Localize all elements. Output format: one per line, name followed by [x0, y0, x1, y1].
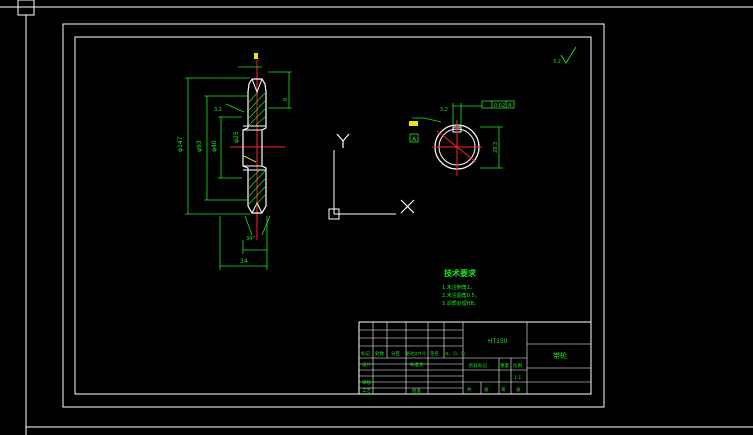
- tb-stage-scale: 比例: [513, 362, 522, 369]
- tb-label-count: 处数: [375, 350, 384, 357]
- tech-req-item-2: 2.未注圆角0.5。: [442, 292, 480, 299]
- tb-stage-mark: 阶段标记: [469, 362, 487, 369]
- tb-sheet-total: 共: [467, 386, 472, 393]
- cad-drawing-canvas[interactable]: φ147 φ93 φ40 φ25 34 34° 3.2 8 0.02 A A 2…: [0, 0, 753, 435]
- tb-row-process: 工艺: [362, 388, 371, 394]
- dim-groove: 8: [283, 98, 289, 101]
- tech-req-item-1: 1.未注倒角1。: [442, 284, 475, 291]
- tb-label-sign: 签名: [430, 350, 439, 357]
- tb-label-date: 年、月、日: [445, 350, 465, 356]
- tb-row-approve: 批准: [412, 387, 421, 394]
- dim-angle: 34°: [246, 236, 255, 242]
- tech-req-item-3: 3.调质处理HB。: [442, 300, 479, 307]
- part-name: 带轮: [553, 351, 567, 360]
- roughness-top-marker: [254, 53, 258, 59]
- tb-sheet-no: 第: [501, 386, 506, 393]
- roughness-left: 3.2: [214, 107, 222, 113]
- tb-label-mark: 标记: [361, 350, 370, 357]
- leader-yellow: [243, 155, 257, 163]
- tb-stage-weight: 重量: [500, 362, 509, 369]
- ucs-icon: [328, 133, 415, 220]
- tb-label-zone: 分区: [391, 350, 400, 357]
- tb-sheet-unit-2: 张: [516, 386, 521, 393]
- sheet-inner-frame: [74, 36, 592, 395]
- dim-inner-dia: φ93: [196, 140, 203, 152]
- tb-label-change: 更改文件号: [406, 350, 426, 356]
- general-roughness: 3.2: [553, 59, 561, 65]
- tb-row-review: 审核: [362, 379, 371, 386]
- tech-req-title: 技术要求: [444, 268, 477, 278]
- dim-outer-dia: φ147: [177, 136, 184, 152]
- dim-bore-dia: φ25: [233, 131, 240, 143]
- dim-keyway-depth: 28.3: [493, 142, 499, 153]
- datum-marker: [409, 121, 418, 126]
- pulley-section-view[interactable]: φ147 φ93 φ40 φ25 34 34° 3.2 8: [177, 53, 292, 270]
- roughness-side: 3.2: [440, 107, 448, 113]
- material-label: HT150: [488, 338, 508, 345]
- pulley-side-view[interactable]: 0.02 A A 28.3 3.2: [409, 100, 515, 176]
- general-roughness-symbol: 3.2: [553, 46, 577, 65]
- tolerance-value: 0.02: [494, 103, 505, 109]
- dim-hub-dia: φ40: [211, 140, 218, 152]
- tolerance-datum: A: [508, 103, 512, 109]
- dimension-lines: [185, 66, 292, 270]
- tb-scale-value: 1:1: [514, 375, 521, 381]
- pulley-outline: [242, 78, 267, 214]
- tb-sheet-unit-1: 张: [484, 386, 489, 393]
- tb-row-design: 设计: [362, 361, 371, 368]
- title-block[interactable]: HT150 带轮 标记 处数 分区 更改文件号 签名 年、月、日 设计 标准化 …: [358, 321, 592, 395]
- sheet-outer-frame: [62, 23, 605, 408]
- tb-row-standard: 标准化: [410, 361, 424, 368]
- dim-width: 34: [240, 258, 248, 265]
- technical-requirements: 技术要求 1.未注倒角1。 2.未注圆角0.5。 3.调质处理HB。: [442, 268, 480, 307]
